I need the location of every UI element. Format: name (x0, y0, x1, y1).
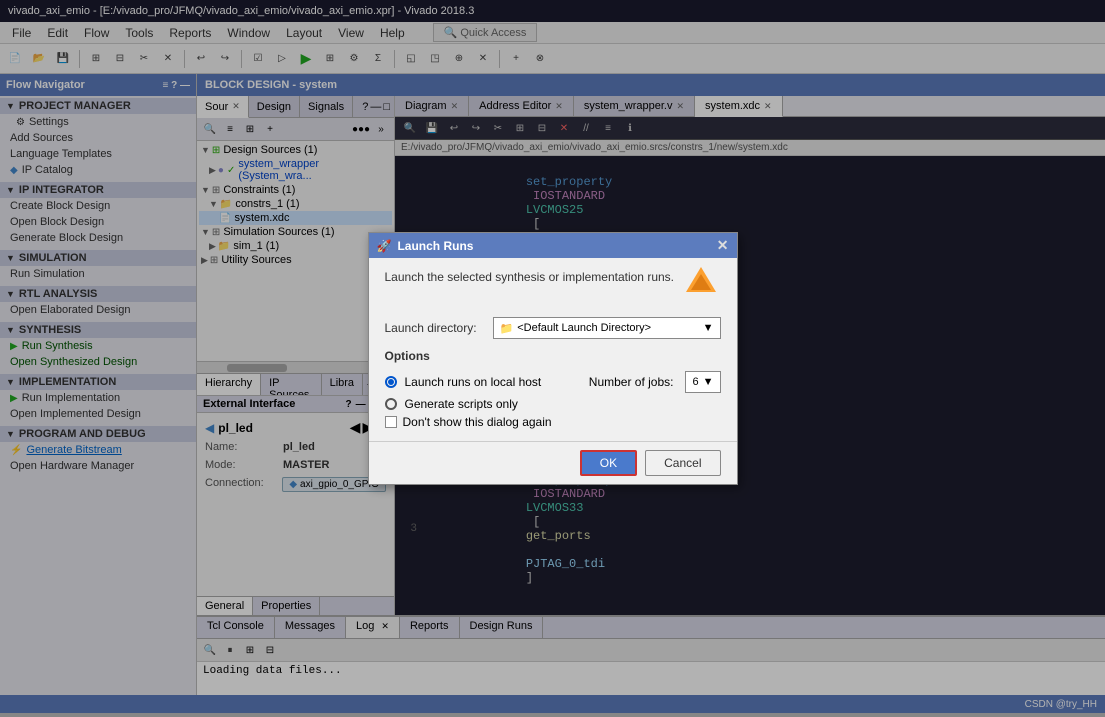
jobs-row: Number of jobs: 6 ▼ (589, 371, 721, 393)
dialog-title-icon: 🚀 (377, 239, 392, 253)
dialog-options-section: Options Launch runs on local host Number… (385, 349, 721, 411)
jobs-label: Number of jobs: (589, 375, 674, 389)
launch-dir-icon: 📁 (500, 322, 514, 335)
launch-dir-select[interactable]: 📁 <Default Launch Directory> ▼ (493, 317, 721, 339)
radio-local-host[interactable] (385, 376, 397, 388)
dialog-footer: OK Cancel (369, 441, 737, 484)
radio-local-label: Launch runs on local host (405, 375, 542, 389)
dialog-desc-row: Launch the selected synthesis or impleme… (385, 270, 721, 305)
radio-scripts-label: Generate scripts only (405, 397, 518, 411)
dialog-overlay: 🚀 Launch Runs ✕ Launch the selected synt… (0, 0, 1105, 717)
checkbox-dont-show[interactable] (385, 416, 397, 428)
launch-dir-value: <Default Launch Directory> (517, 322, 651, 334)
vivado-logo (681, 262, 721, 305)
jobs-chevron: ▼ (703, 376, 714, 388)
dialog-cancel-button[interactable]: Cancel (645, 450, 720, 476)
dialog-title-text: Launch Runs (397, 239, 473, 253)
jobs-value: 6 (692, 376, 698, 388)
dialog-close-btn[interactable]: ✕ (717, 237, 729, 254)
launch-dir-chevron: ▼ (703, 322, 714, 334)
dialog-checkbox-row[interactable]: Don't show this dialog again (385, 415, 721, 429)
launch-runs-dialog: 🚀 Launch Runs ✕ Launch the selected synt… (368, 232, 738, 485)
dialog-title-content: 🚀 Launch Runs (377, 239, 474, 253)
dialog-body: Launch the selected synthesis or impleme… (369, 258, 737, 441)
dialog-launch-dir-field: Launch directory: 📁 <Default Launch Dire… (385, 317, 721, 339)
jobs-select[interactable]: 6 ▼ (685, 371, 720, 393)
dialog-options-title: Options (385, 349, 721, 363)
dialog-radio-scripts[interactable]: Generate scripts only (385, 397, 721, 411)
launch-dir-label: Launch directory: (385, 321, 485, 335)
radio-scripts[interactable] (385, 398, 397, 410)
dialog-ok-button[interactable]: OK (580, 450, 637, 476)
dialog-radio-local[interactable]: Launch runs on local host Number of jobs… (385, 371, 721, 393)
checkbox-label: Don't show this dialog again (403, 415, 552, 429)
dialog-desc-text: Launch the selected synthesis or impleme… (385, 270, 681, 284)
dialog-title-bar: 🚀 Launch Runs ✕ (369, 233, 737, 258)
